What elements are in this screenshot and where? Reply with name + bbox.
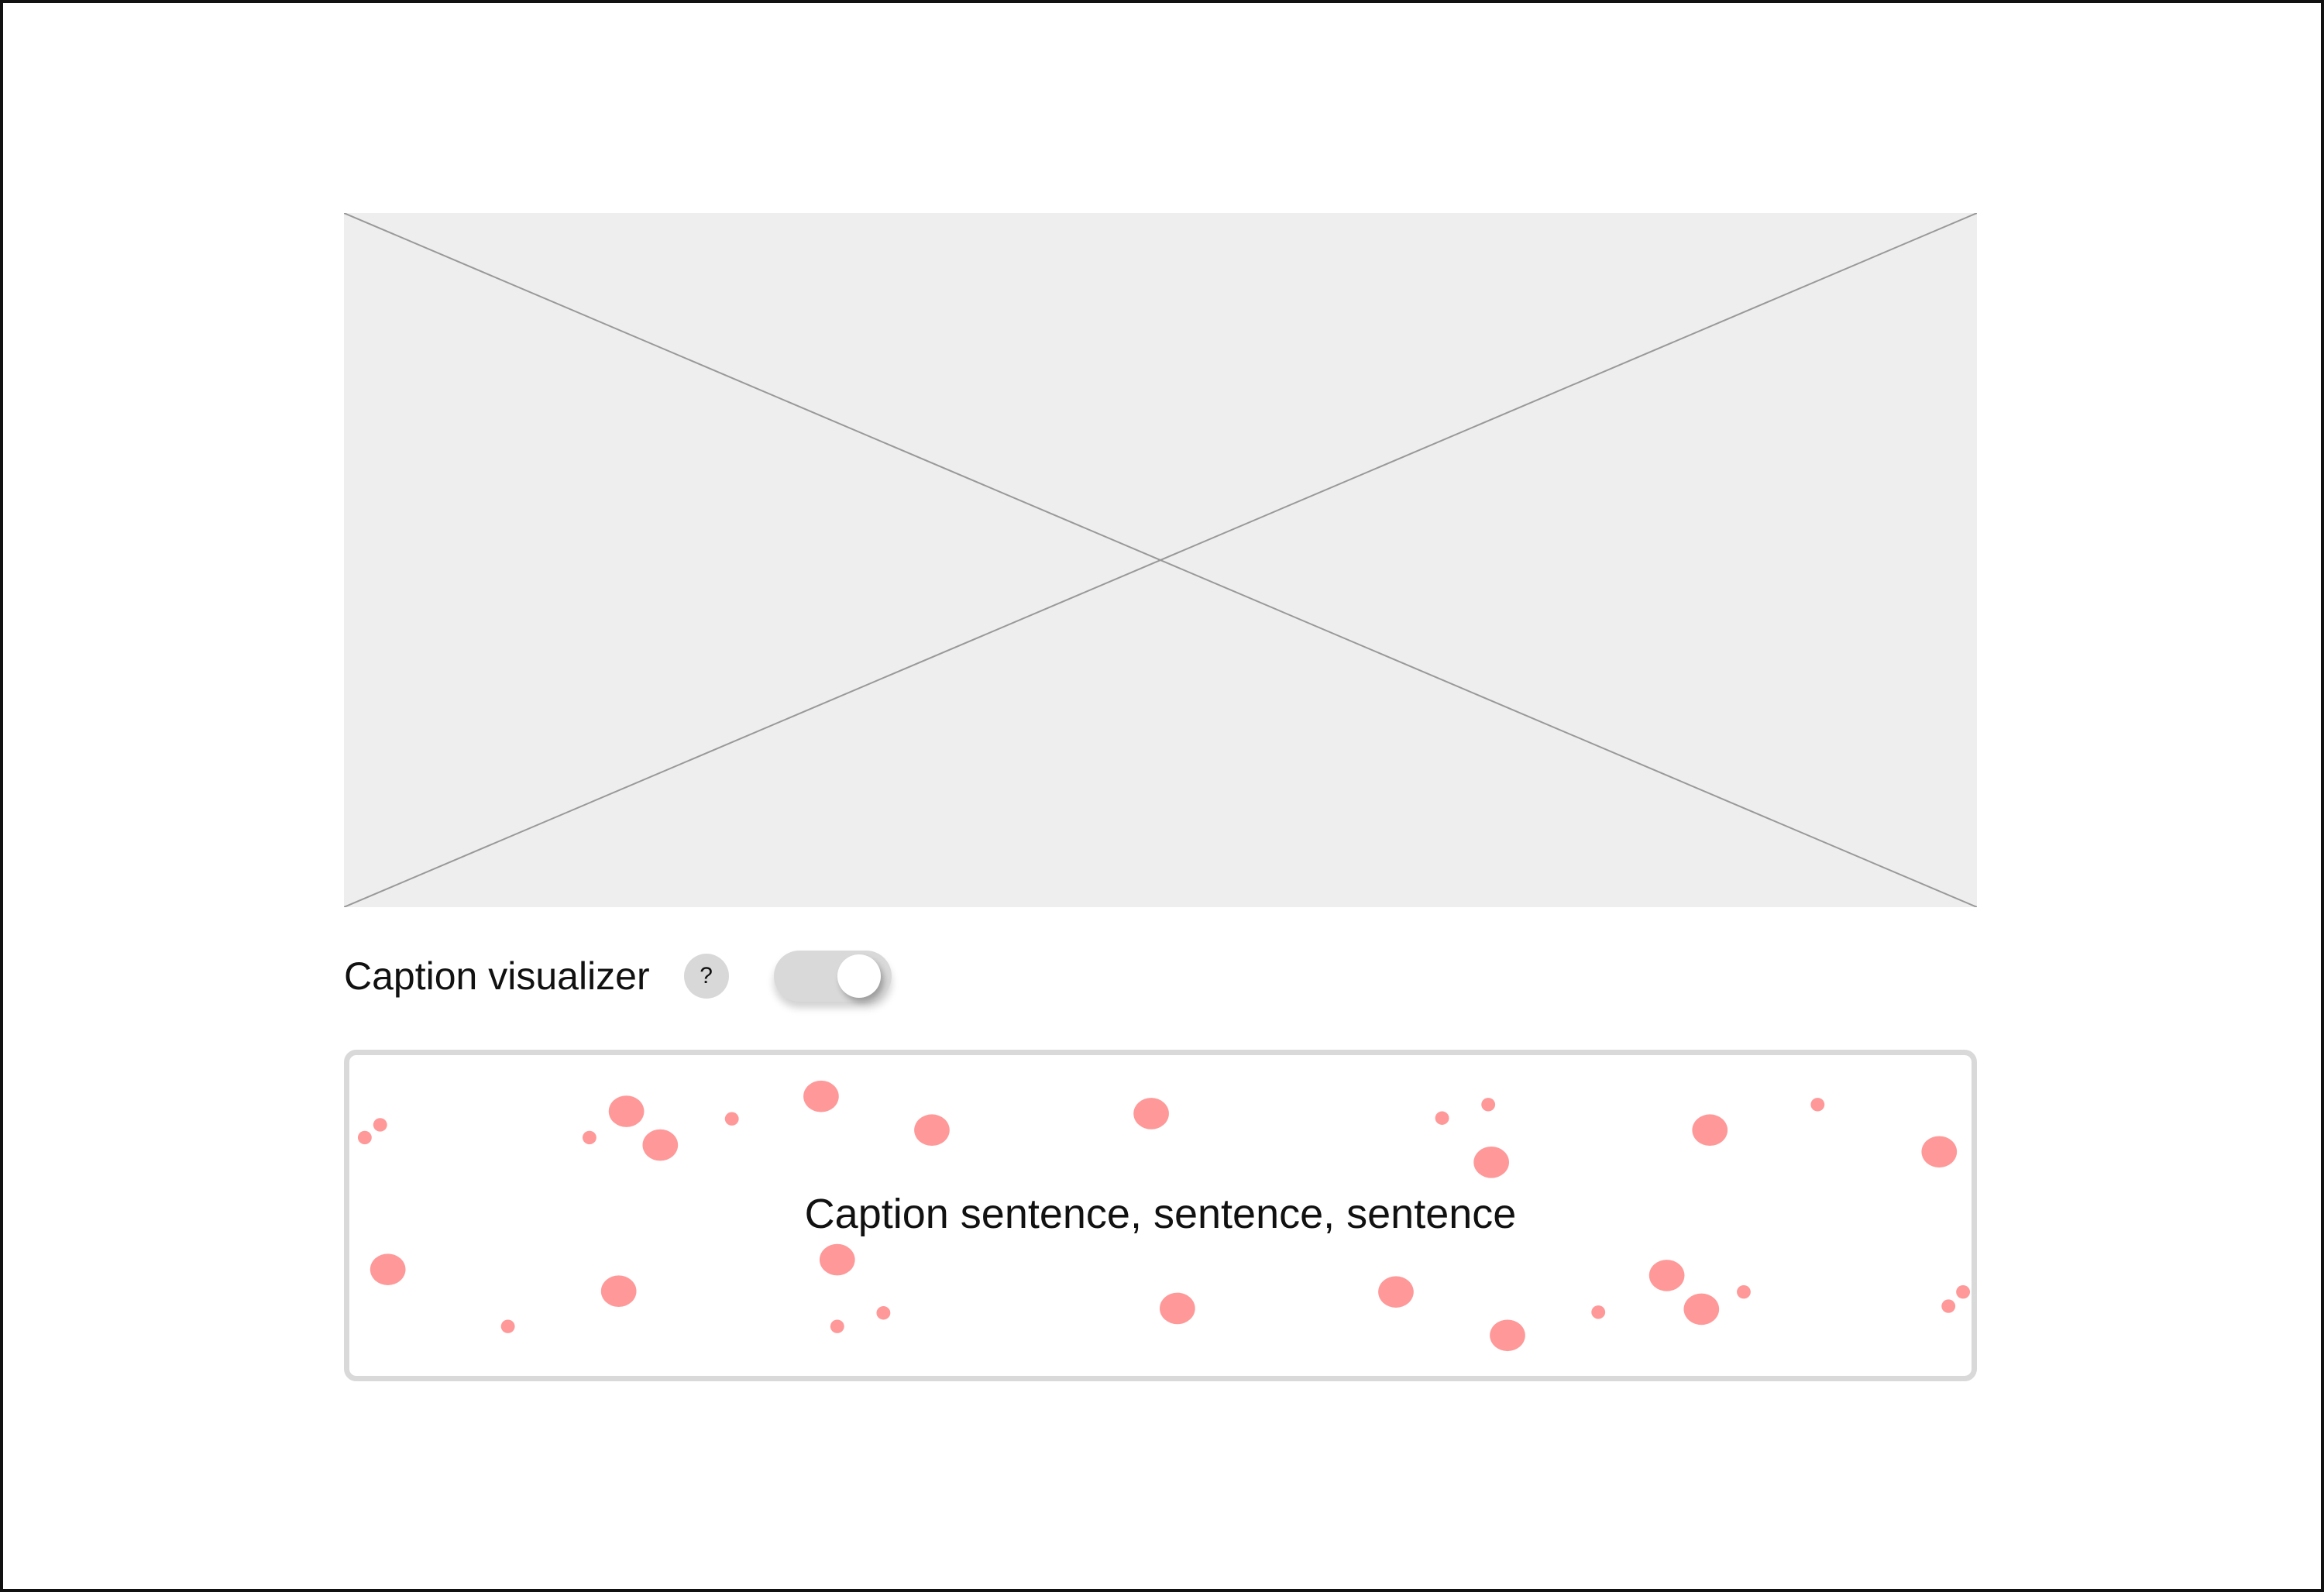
toggle-knob <box>837 954 881 998</box>
help-button[interactable]: ? <box>683 954 729 999</box>
question-mark-icon: ? <box>700 963 713 989</box>
caption-visualizer-panel: Caption sentence, sentence, sentence <box>344 1050 1977 1381</box>
caption-visualizer-toggle[interactable] <box>773 951 892 1002</box>
image-placeholder <box>344 213 1977 907</box>
caption-controls: Caption visualizer ? <box>344 945 892 1007</box>
image-placeholder-icon <box>344 213 1977 907</box>
caption-visualizer-label: Caption visualizer <box>344 954 650 998</box>
caption-text: Caption sentence, sentence, sentence <box>804 1191 1517 1237</box>
